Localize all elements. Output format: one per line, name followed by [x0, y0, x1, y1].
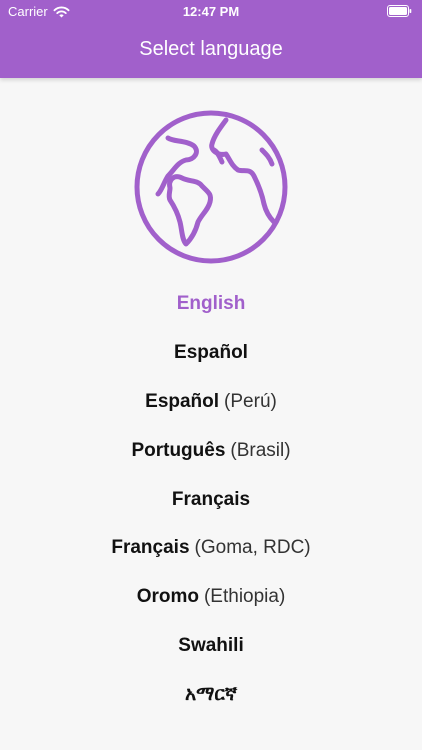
page-title: Select language [139, 38, 283, 60]
globe-icon [134, 110, 288, 264]
app-header: Carrier 12:47 PM Select language [0, 0, 422, 78]
language-option-amharic[interactable]: አማርኛ [0, 670, 422, 719]
language-region: (Goma, RDC) [194, 537, 311, 559]
language-name: Español [174, 342, 248, 364]
status-time: 12:47 PM [182, 4, 240, 19]
language-name: Oromo [136, 586, 199, 608]
language-name: አማርኛ [184, 683, 238, 705]
language-list: English Español Español (Perú) Português(… [0, 280, 422, 719]
language-name: Français [111, 537, 190, 559]
language-option-oromo[interactable]: Oromo (Ethiopia) [0, 573, 422, 622]
language-name: Français [171, 488, 251, 510]
language-option-espanol[interactable]: Español [0, 329, 422, 378]
language-region: (Perú) [224, 390, 277, 412]
language-region: (Brasil) [230, 439, 291, 461]
language-name: Swahili [178, 634, 244, 656]
language-name: English [176, 293, 246, 315]
language-option-espanol-peru[interactable]: Español (Perú) [0, 378, 422, 427]
status-bar: Carrier 12:47 PM [0, 0, 422, 22]
language-option-swahili[interactable]: Swahili [0, 622, 422, 671]
language-option-francais-goma[interactable]: Français (Goma, RDC) [0, 524, 422, 573]
language-option-portugues-brasil[interactable]: Português (Brasil) [0, 426, 422, 475]
language-name: Español [145, 390, 220, 412]
language-region: (Ethiopia) [203, 586, 286, 608]
language-option-english[interactable]: English [0, 280, 422, 329]
language-name: Português [131, 439, 226, 461]
language-option-francais[interactable]: Français [0, 475, 422, 524]
battery-icon [387, 5, 412, 17]
